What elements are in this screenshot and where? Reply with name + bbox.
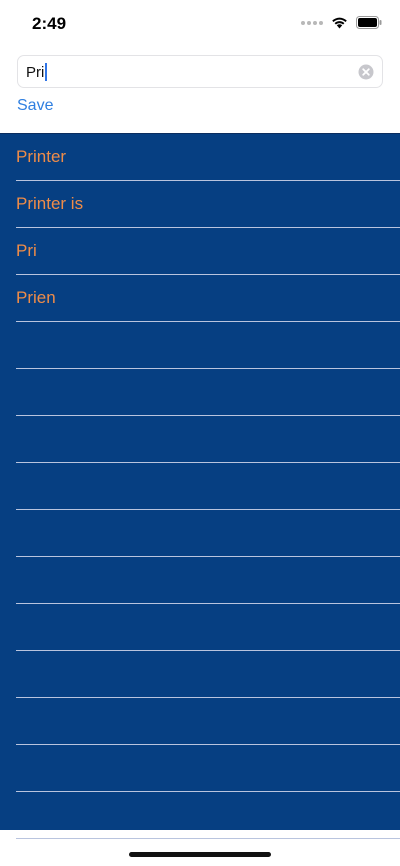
list-item[interactable]	[16, 463, 400, 510]
clear-icon[interactable]	[358, 64, 374, 85]
status-time: 2:49	[32, 14, 67, 33]
list-item-label: Printer	[16, 147, 67, 166]
wifi-icon	[331, 16, 348, 29]
list-item[interactable]	[16, 792, 400, 839]
list-item[interactable]: Prien	[16, 275, 400, 322]
suggestion-list[interactable]: Printer Printer is Pri Prien	[0, 133, 400, 839]
battery-icon	[356, 16, 382, 29]
cellular-signal-icon	[301, 20, 323, 25]
list-item[interactable]	[16, 604, 400, 651]
list-item[interactable]	[16, 416, 400, 463]
list-item[interactable]	[16, 322, 400, 369]
list-item-label: Printer is	[16, 194, 84, 213]
list-item-label: Prien	[16, 288, 56, 307]
list-item[interactable]: Printer	[16, 134, 400, 181]
search-input[interactable]: Pri	[17, 55, 383, 88]
list-item[interactable]	[16, 510, 400, 557]
screen: 2:49 Pri Save Printer Printer is Pri Pri…	[0, 0, 400, 866]
list-item[interactable]	[16, 557, 400, 604]
list-item-label: Pri	[16, 241, 37, 260]
search-input-value: Pri	[26, 64, 45, 81]
status-bar: 2:49	[0, 0, 400, 48]
text-cursor	[45, 63, 48, 81]
list-item[interactable]	[16, 369, 400, 416]
status-icons	[301, 16, 382, 29]
list-item[interactable]	[16, 651, 400, 698]
save-button[interactable]: Save	[17, 97, 53, 115]
list-item[interactable]	[16, 745, 400, 792]
list-item[interactable]: Pri	[16, 228, 400, 275]
search-input-text: Pri	[26, 63, 48, 81]
list-item[interactable]	[16, 698, 400, 745]
home-indicator	[129, 852, 271, 857]
list-item[interactable]: Printer is	[16, 181, 400, 228]
